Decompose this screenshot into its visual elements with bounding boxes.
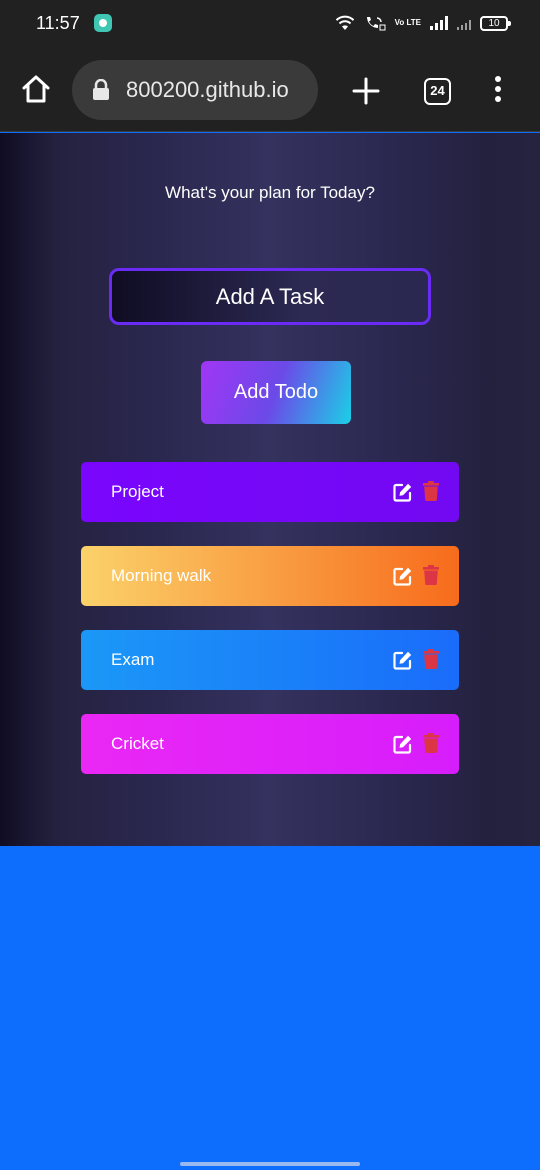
notification-app-icon [94, 14, 112, 32]
status-bar: 11:57 Vo LTE 10 [0, 0, 540, 48]
volte-badge: Vo LTE [394, 18, 421, 27]
wifi-calling-icon [366, 17, 386, 31]
edit-icon[interactable] [393, 734, 413, 754]
signal-icon-secondary [457, 16, 471, 30]
trash-icon[interactable] [423, 649, 439, 669]
todo-item[interactable]: Project [81, 462, 459, 522]
lock-icon [93, 79, 109, 100]
status-time: 11:57 [36, 13, 80, 33]
page-title: What's your plan for Today? [165, 183, 375, 202]
edit-icon[interactable] [393, 482, 413, 502]
home-icon[interactable] [20, 73, 52, 105]
todo-item[interactable]: Exam [81, 630, 459, 690]
todo-text: Exam [111, 650, 155, 669]
trash-icon[interactable] [423, 481, 439, 501]
edit-icon[interactable] [393, 650, 413, 670]
trash-icon[interactable] [423, 565, 439, 585]
trash-icon[interactable] [423, 733, 439, 753]
address-bar[interactable]: 800200.github.io [72, 60, 318, 120]
url-text: 800200.github.io [126, 77, 289, 102]
todo-app: What's your plan for Today? Add Todo Pro… [0, 133, 540, 846]
edit-icon[interactable] [393, 566, 413, 586]
tab-switcher-button[interactable]: 24 [424, 78, 451, 105]
todo-list: Project Morning walk Exam Cricket [81, 462, 459, 798]
todo-text: Morning walk [111, 566, 212, 585]
page-background [0, 846, 540, 1170]
new-tab-icon[interactable] [350, 75, 382, 107]
status-icons: Vo LTE 10 [335, 12, 511, 34]
todo-text: Cricket [111, 734, 164, 753]
wifi-icon [335, 15, 354, 30]
battery-icon: 10 [480, 15, 511, 31]
todo-text: Project [111, 482, 164, 501]
browser-toolbar: 800200.github.io 24 [0, 48, 540, 132]
gesture-bar [180, 1162, 360, 1166]
todo-item[interactable]: Morning walk [81, 546, 459, 606]
signal-icon [430, 16, 448, 30]
todo-item[interactable]: Cricket [81, 714, 459, 774]
add-todo-button[interactable]: Add Todo [201, 361, 351, 424]
more-menu-icon[interactable] [488, 76, 508, 106]
task-input[interactable] [109, 268, 431, 325]
